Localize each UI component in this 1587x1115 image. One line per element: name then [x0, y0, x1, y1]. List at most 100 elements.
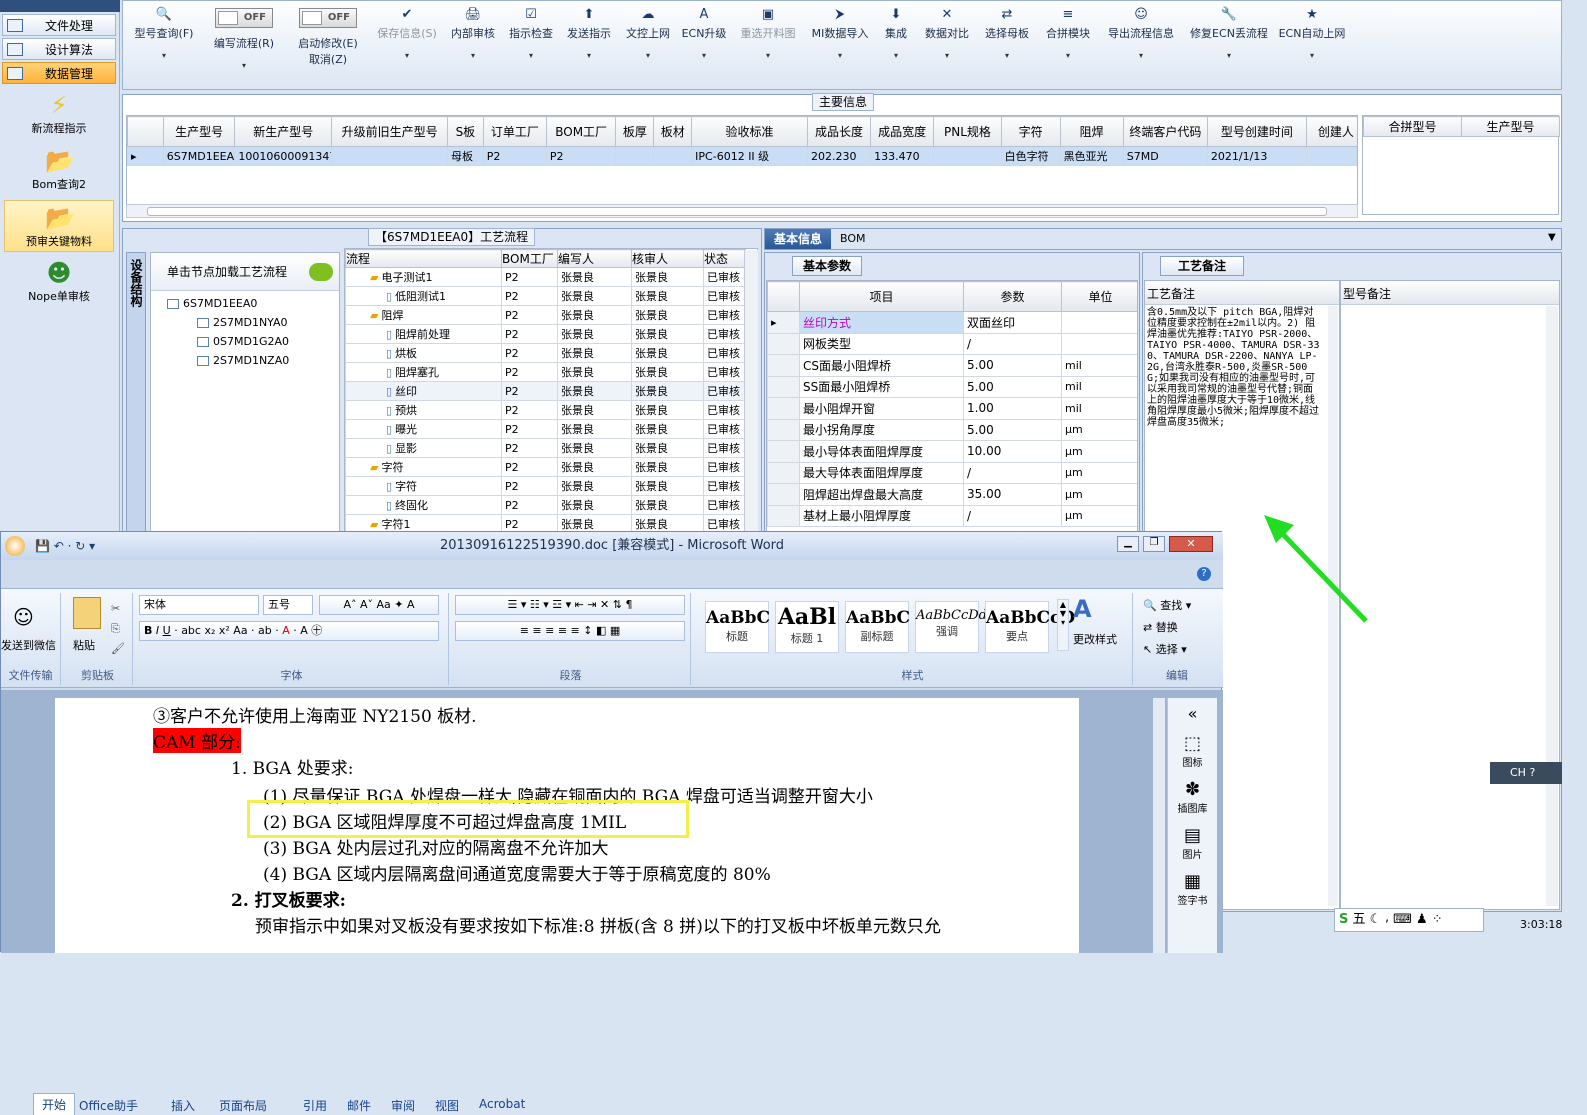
table-cell[interactable]: 张景良 [557, 324, 632, 344]
table-cell[interactable]: μm [1061, 461, 1137, 484]
select-button[interactable]: 选择 [1156, 643, 1178, 656]
tab-basic-params[interactable]: 基本参数 [792, 256, 862, 276]
table-cell[interactable]: / [963, 332, 1062, 355]
toolbar-button-8[interactable]: A ECN升级 ▾ [678, 8, 730, 83]
table-cell[interactable]: 已审核 [703, 324, 746, 344]
quick-access-icons[interactable]: 💾 ↶ · ↻ ▾ [35, 539, 95, 553]
table-row[interactable]: ▯ 丝印 P2 张景良 张景良 已审核 [345, 381, 746, 401]
table-cell[interactable]: 已审核 [703, 286, 746, 306]
column-header[interactable]: 板材 [653, 116, 693, 147]
style-gallery-item[interactable]: AaBbC 标题 [705, 601, 770, 653]
ribbon-tab-5[interactable]: 邮件 [347, 1097, 371, 1114]
wechat-icon[interactable]: ☺ [13, 605, 34, 629]
nav-item-1[interactable]: 📂 Bom查询2 [4, 144, 114, 196]
table-cell[interactable]: P2 [501, 438, 558, 458]
table-cell[interactable]: ▰ 电子测试1 [345, 267, 502, 287]
table-cell[interactable]: ▯ 显影 [345, 438, 502, 458]
table-cell[interactable]: 张景良 [557, 267, 632, 287]
change-style-button[interactable]: 更改样式 [1073, 631, 1117, 647]
table-cell[interactable]: P2 [501, 381, 558, 401]
table-cell[interactable]: 已审核 [703, 400, 746, 420]
table-cell[interactable]: ▯ 曝光 [345, 419, 502, 439]
nav-button-2[interactable]: 数据管理 [2, 62, 116, 84]
table-cell[interactable]: 张景良 [557, 362, 632, 382]
toolbar-button-3[interactable]: ✔ 保存信息(S) ▾ [370, 8, 444, 83]
table-cell[interactable]: μm [1061, 418, 1137, 441]
table-row[interactable]: 网板类型 / [767, 332, 1137, 355]
toolbar-button-1[interactable]: OFF 编写流程(R) ▾ [202, 8, 286, 83]
ribbon-tab-6[interactable]: 审阅 [391, 1097, 415, 1114]
align-buttons[interactable]: ≡ ≡ ≡ ≡ ≡ ↕ ◧ ▦ [455, 621, 685, 641]
styles-scroll[interactable]: ▲ ▼ ▾ [1057, 599, 1069, 651]
table-row[interactable]: ▸ 丝印方式 双面丝印 [767, 311, 1137, 334]
table-cell[interactable]: P2 [501, 305, 558, 325]
table-cell[interactable]: 202.230 [806, 146, 872, 166]
table-row[interactable]: ▰ 字符 P2 张景良 张景良 已审核 [345, 457, 746, 477]
table-cell[interactable]: IPC-6012 II 级 [691, 146, 808, 166]
table-cell[interactable]: 张景良 [631, 305, 704, 325]
column-header[interactable]: 验收标准 [691, 116, 808, 147]
table-row[interactable]: ▯ 曝光 P2 张景良 张景良 已审核 [345, 419, 746, 439]
table-cell[interactable]: P2 [482, 146, 547, 166]
column-header[interactable]: 升级前旧生产型号 [331, 116, 448, 147]
nav-item-0[interactable]: ⚡ 新流程指示 [4, 88, 114, 140]
toolbar-button-4[interactable]: 🖨 内部审核 ▾ [444, 8, 502, 83]
table-row[interactable]: 基材上最小阻焊厚度 / μm [767, 504, 1137, 527]
column-header[interactable]: 参数 [963, 281, 1062, 312]
table-cell[interactable]: 张景良 [557, 381, 632, 401]
tab-equipment-structure[interactable]: 设备结构 [126, 252, 146, 532]
column-header[interactable]: 状态 [703, 249, 746, 268]
table-cell[interactable]: 张景良 [557, 400, 632, 420]
column-header[interactable]: 创建人 [1305, 116, 1357, 147]
table-cell[interactable]: ▯ 丝印 [345, 381, 502, 401]
table-cell[interactable]: 母板 [446, 146, 484, 166]
table-cell[interactable]: 张景良 [631, 362, 704, 382]
table-cell[interactable]: 35.00 [963, 483, 1062, 506]
table-cell[interactable] [933, 146, 1002, 166]
table-cell[interactable] [615, 146, 655, 166]
table-cell[interactable]: SS面最小阻焊桥 [799, 375, 964, 398]
style-gallery-item[interactable]: AaBl 标题 1 [775, 601, 839, 653]
table-cell[interactable]: ▯ 阻焊前处理 [345, 324, 502, 344]
model-remarks-scrollbar[interactable] [1546, 306, 1558, 906]
tree-node[interactable]: 2S7MD1NZA0 [197, 354, 289, 367]
nav-button-0[interactable]: 文件处理 [2, 14, 116, 36]
table-cell[interactable]: 10.00 [963, 440, 1062, 463]
paste-icon[interactable] [73, 597, 101, 629]
column-header[interactable]: 流程 [345, 249, 502, 268]
table-cell[interactable] [331, 146, 448, 166]
table-cell[interactable]: 张景良 [557, 514, 632, 531]
table-cell[interactable]: 张景良 [631, 476, 704, 496]
ime-bar[interactable]: CH ? [1490, 762, 1562, 784]
tree-node[interactable]: 2S7MD1NYA0 [197, 316, 288, 329]
table-cell[interactable]: 已审核 [703, 457, 746, 477]
scrollbar-thumb[interactable] [147, 207, 1327, 216]
ribbon-tab-0[interactable]: 开始 [33, 1093, 76, 1115]
table-cell[interactable]: ▰ 字符 [345, 457, 502, 477]
table-cell[interactable]: P2 [545, 146, 617, 166]
ribbon-tab-8[interactable]: Acrobat [479, 1097, 525, 1111]
table-cell[interactable]: 网板类型 [799, 332, 964, 355]
column-header[interactable]: PNL规格 [933, 116, 1002, 147]
table-cell[interactable]: 白色字符 [1000, 146, 1061, 166]
table-row[interactable]: ▰ 阻焊 P2 张景良 张景良 已审核 [345, 305, 746, 325]
side-item-2[interactable]: ▤ 图片 [1168, 825, 1217, 861]
column-header[interactable]: BOM工厂 [501, 249, 558, 268]
toolbar-button-9[interactable]: ▣ 重选开料图 ▾ [730, 8, 806, 83]
toolbar-button-2[interactable]: OFF 启动修改(E) 取消(Z) [286, 8, 370, 83]
toolbar-button-12[interactable]: ✕ 数据对比 ▾ [918, 8, 976, 83]
table-cell[interactable]: 5.00 [963, 375, 1062, 398]
table-row[interactable]: 最大导体表面阻焊厚度 / μm [767, 461, 1137, 484]
table-cell[interactable]: 5.00 [963, 354, 1062, 377]
nav-item-3[interactable]: ☻ Nope单审核 [4, 256, 114, 308]
table-cell[interactable]: mil [1061, 354, 1137, 377]
column-header[interactable]: 项目 [799, 281, 964, 312]
toggle-switch[interactable]: OFF [215, 8, 273, 28]
table-cell[interactable] [1061, 332, 1137, 355]
horizontal-scrollbar[interactable] [126, 204, 1358, 218]
table-cell[interactable]: μm [1061, 483, 1137, 506]
office-button-icon[interactable] [5, 536, 25, 556]
table-cell[interactable]: 阻焊超出焊盘最大高度 [799, 483, 964, 506]
table-cell[interactable]: ▯ 低阻测试1 [345, 286, 502, 306]
table-cell[interactable]: 最大导体表面阻焊厚度 [799, 461, 964, 484]
